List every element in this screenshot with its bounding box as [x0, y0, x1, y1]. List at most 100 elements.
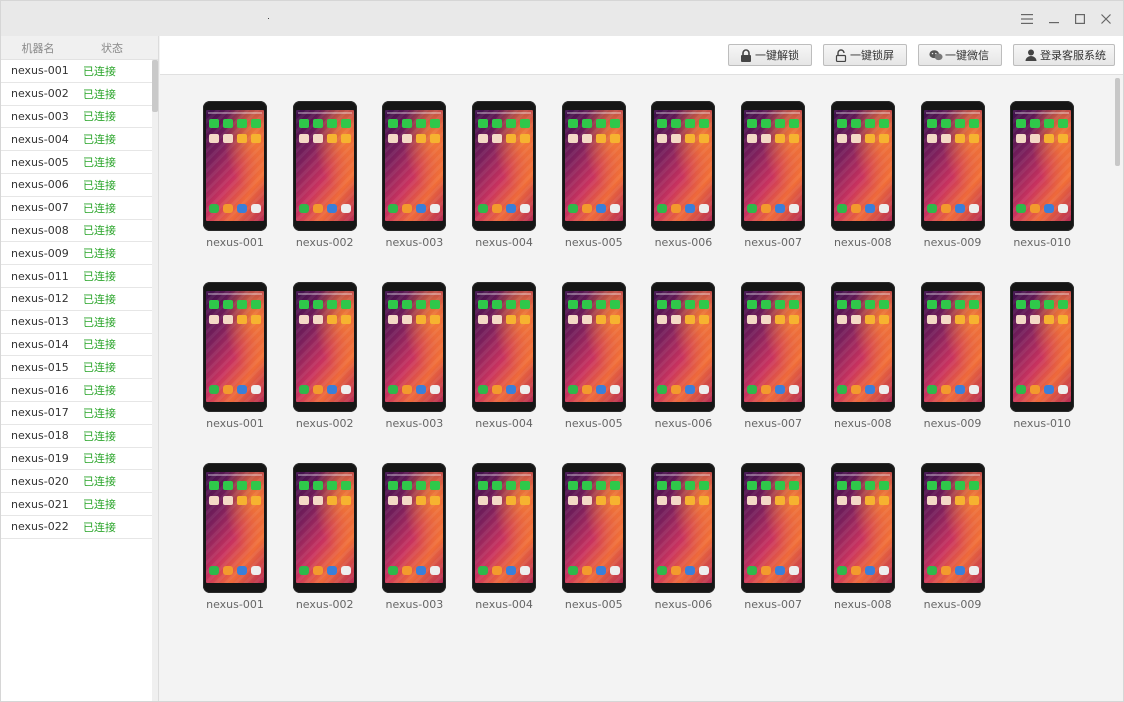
phone-screenshot[interactable]	[830, 101, 895, 231]
phone-screenshot[interactable]	[1010, 282, 1075, 412]
phone-screenshot[interactable]	[203, 463, 267, 593]
device-status: 已连接	[83, 201, 116, 215]
device-list-row[interactable]: nexus-008 已连接	[1, 220, 152, 243]
phone-screenshot[interactable]	[203, 101, 267, 231]
column-header-name[interactable]: 机器名	[1, 40, 75, 56]
device-tile[interactable]: nexus-008	[830, 282, 896, 430]
column-header-status[interactable]: 状态	[75, 40, 149, 56]
phone-screenshot[interactable]	[472, 463, 537, 593]
phone-screenshot[interactable]	[830, 282, 895, 412]
device-list-row[interactable]: nexus-014 已连接	[1, 334, 152, 357]
phone-screenshot[interactable]	[741, 282, 806, 412]
phone-screenshot[interactable]	[382, 463, 447, 593]
phone-screenshot[interactable]	[203, 282, 267, 412]
device-tile[interactable]: nexus-001	[202, 463, 268, 611]
phone-screenshot[interactable]	[1010, 101, 1075, 231]
device-list-row[interactable]: nexus-017 已连接	[1, 402, 152, 425]
maximize-icon[interactable]	[1070, 9, 1090, 29]
device-list-row[interactable]: nexus-015 已连接	[1, 356, 152, 380]
phone-screenshot[interactable]	[292, 463, 357, 593]
main-scrollbar[interactable]	[1115, 78, 1120, 698]
device-tile[interactable]: nexus-006	[650, 463, 716, 611]
phone-screenshot[interactable]	[651, 101, 716, 231]
device-tile[interactable]: nexus-008	[830, 463, 896, 611]
device-list-row[interactable]: nexus-011 已连接	[1, 265, 152, 288]
device-name: nexus-007	[11, 201, 69, 215]
phone-screenshot[interactable]	[651, 282, 716, 412]
device-tile[interactable]: nexus-002	[292, 282, 358, 430]
phone-screenshot[interactable]	[472, 101, 537, 231]
device-list-row[interactable]: nexus-013 已连接	[1, 311, 152, 334]
device-tile[interactable]: nexus-010	[1009, 101, 1075, 249]
phone-screenshot[interactable]	[472, 282, 537, 412]
phone-screenshot[interactable]	[920, 282, 985, 412]
device-label: nexus-004	[475, 598, 533, 611]
device-tile[interactable]: nexus-001	[202, 282, 268, 430]
device-tile[interactable]: nexus-005	[561, 282, 627, 430]
device-list-row[interactable]: nexus-020 已连接	[1, 470, 152, 494]
device-tile[interactable]: nexus-007	[740, 463, 806, 611]
device-list-row[interactable]: nexus-018 已连接	[1, 425, 152, 448]
device-tile[interactable]: nexus-008	[830, 101, 896, 249]
phone-screenshot[interactable]	[920, 101, 985, 231]
device-list-row[interactable]: nexus-001 已连接	[1, 60, 152, 83]
device-tile[interactable]: nexus-004	[471, 101, 537, 249]
device-tile[interactable]: nexus-007	[740, 282, 806, 430]
device-tile[interactable]: nexus-005	[561, 463, 627, 611]
device-tile[interactable]: nexus-006	[650, 282, 716, 430]
phone-screenshot[interactable]	[741, 101, 806, 231]
device-name: nexus-017	[11, 406, 69, 420]
phone-screen	[654, 110, 713, 221]
device-tile[interactable]: nexus-004	[471, 463, 537, 611]
device-tile[interactable]: nexus-007	[740, 101, 806, 249]
device-list-row[interactable]: nexus-019 已连接	[1, 448, 152, 471]
sidebar-scrollbar[interactable]	[152, 60, 158, 701]
unlock-icon	[834, 48, 848, 62]
unlock-all-button[interactable]: 一键解锁	[728, 44, 812, 66]
device-tile[interactable]: nexus-002	[292, 101, 358, 249]
device-list-row[interactable]: nexus-002 已连接	[1, 83, 152, 106]
device-tile[interactable]: nexus-004	[471, 282, 537, 430]
device-list-row[interactable]: nexus-007 已连接	[1, 197, 152, 220]
device-list-row[interactable]: nexus-016 已连接	[1, 379, 152, 402]
device-label: nexus-007	[744, 598, 802, 611]
device-list-row[interactable]: nexus-004 已连接	[1, 128, 152, 152]
device-list-row[interactable]: nexus-009 已连接	[1, 242, 152, 266]
phone-screenshot[interactable]	[741, 463, 806, 593]
device-list-row[interactable]: nexus-022 已连接	[1, 516, 152, 539]
device-tile[interactable]: nexus-003	[381, 463, 447, 611]
login-service-button[interactable]: 登录客服系统	[1013, 44, 1115, 66]
device-list-row[interactable]: nexus-005 已连接	[1, 151, 152, 174]
device-tile[interactable]: nexus-010	[1009, 282, 1075, 430]
device-tile[interactable]: nexus-003	[381, 101, 447, 249]
phone-screenshot[interactable]	[561, 282, 626, 412]
phone-screenshot[interactable]	[830, 463, 895, 593]
device-tile[interactable]: nexus-005	[561, 101, 627, 249]
device-tile[interactable]: nexus-006	[650, 101, 716, 249]
main-scrollbar-thumb[interactable]	[1115, 78, 1120, 166]
device-tile[interactable]: nexus-009	[920, 463, 986, 611]
close-icon[interactable]	[1096, 9, 1116, 29]
phone-screenshot[interactable]	[651, 463, 716, 593]
device-list-row[interactable]: nexus-021 已连接	[1, 493, 152, 516]
device-tile[interactable]: nexus-003	[381, 282, 447, 430]
phone-screenshot[interactable]	[382, 101, 447, 231]
device-tile[interactable]: nexus-009	[920, 282, 986, 430]
minimize-icon[interactable]	[1044, 9, 1064, 29]
phone-screenshot[interactable]	[292, 282, 357, 412]
sidebar-scrollbar-thumb[interactable]	[152, 60, 158, 112]
device-list-row[interactable]: nexus-003 已连接	[1, 106, 152, 129]
device-list-row[interactable]: nexus-012 已连接	[1, 288, 152, 311]
phone-screenshot[interactable]	[382, 282, 447, 412]
phone-screenshot[interactable]	[920, 463, 985, 593]
phone-screenshot[interactable]	[292, 101, 357, 231]
phone-screenshot[interactable]	[561, 101, 626, 231]
device-tile[interactable]: nexus-001	[202, 101, 268, 249]
lock-all-button[interactable]: 一键锁屏	[823, 44, 907, 66]
menu-icon[interactable]	[1017, 9, 1037, 29]
device-tile[interactable]: nexus-009	[920, 101, 986, 249]
wechat-all-button[interactable]: 一键微信	[918, 44, 1002, 66]
device-tile[interactable]: nexus-002	[292, 463, 358, 611]
device-list-row[interactable]: nexus-006 已连接	[1, 174, 152, 197]
phone-screenshot[interactable]	[561, 463, 626, 593]
